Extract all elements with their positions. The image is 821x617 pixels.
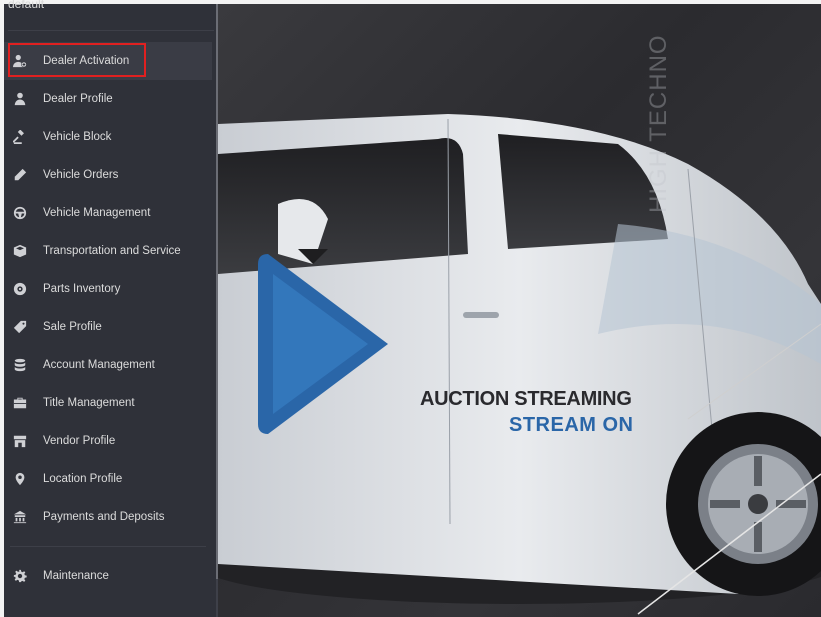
sidebar-item-label: Account Management [43,359,155,371]
brand-line-1: AUCTION STREAMING [420,388,632,411]
sidebar-item-dealer-profile[interactable]: Dealer Profile [4,80,212,118]
sidebar-item-dealer-activation[interactable]: Dealer Activation [4,42,212,80]
bank-icon [12,509,28,525]
brand-word-streaming: STREAMING [514,388,632,410]
sidebar-menu: Dealer Activation Dealer Profile Vehicle… [4,42,212,595]
briefcase-icon [12,395,28,411]
sidebar-item-label: Location Profile [43,473,123,485]
car-illustration [218,114,821,615]
database-icon [12,357,28,373]
sidebar-item-label: Title Management [43,397,135,409]
workspace-label: default [8,0,45,11]
sidebar-item-label: Maintenance [43,570,109,582]
sidebar: default Dealer Activation Dealer Profile… [4,0,219,617]
sidebar-item-vehicle-management[interactable]: Vehicle Management [4,194,212,232]
sidebar-item-payments-deposits[interactable]: Payments and Deposits [4,498,212,536]
sidebar-item-label: Dealer Profile [43,93,113,105]
sidebar-item-vendor-profile[interactable]: Vendor Profile [4,422,212,460]
sidebar-item-transportation-service[interactable]: Transportation and Service [4,232,212,270]
gear-icon [12,281,28,297]
sidebar-item-vehicle-orders[interactable]: Vehicle Orders [4,156,212,194]
cube-icon [12,243,28,259]
sidebar-item-label: Vehicle Orders [43,169,119,181]
sidebar-item-vehicle-block[interactable]: Vehicle Block [4,118,212,156]
sidebar-item-label: Transportation and Service [43,245,181,257]
user-icon [12,91,28,107]
sidebar-divider [10,546,206,547]
hero-image: HIGH TECHNO AUCTION STREAMING STREAM ON [218,4,821,617]
steering-wheel-icon [12,205,28,221]
cog-icon [12,568,28,584]
brand-word-auction: AUCTION [420,388,510,410]
pencil-icon [12,167,28,183]
tag-icon [12,319,28,335]
sidebar-item-label: Vendor Profile [43,435,116,447]
sidebar-item-label: Dealer Activation [43,55,130,67]
sidebar-item-title-management[interactable]: Title Management [4,384,212,422]
sidebar-item-account-management[interactable]: Account Management [4,346,212,384]
svg-text:HIGH TECHNO: HIGH TECHNO [645,34,672,213]
sidebar-item-maintenance[interactable]: Maintenance [4,557,212,595]
brand-line-2: STREAM ON [509,414,634,436]
sidebar-item-location-profile[interactable]: Location Profile [4,460,212,498]
sidebar-item-label: Sale Profile [43,321,102,333]
map-marker-icon [12,471,28,487]
sidebar-item-label: Vehicle Management [43,207,151,219]
sidebar-item-label: Payments and Deposits [43,511,165,523]
store-icon [12,433,28,449]
user-add-icon [12,53,28,69]
sidebar-item-label: Vehicle Block [43,131,112,143]
gavel-icon [12,129,28,145]
sidebar-divider [8,30,214,31]
sidebar-item-label: Parts Inventory [43,283,121,295]
vertical-slogan: HIGH TECHNO [645,34,672,213]
sidebar-item-sale-profile[interactable]: Sale Profile [4,308,212,346]
sidebar-item-parts-inventory[interactable]: Parts Inventory [4,270,212,308]
